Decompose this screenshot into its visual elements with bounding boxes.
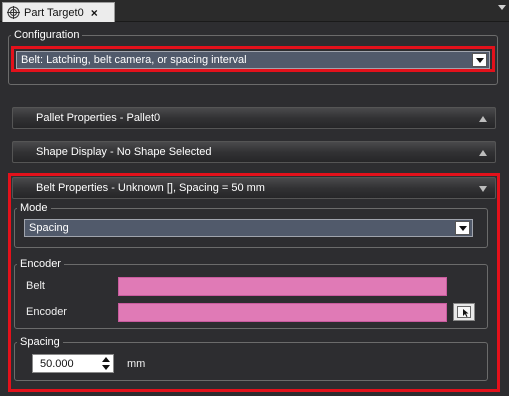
- shape-display-title: Shape Display - No Shape Selected: [36, 146, 212, 158]
- encoder-label: Encoder: [26, 306, 67, 318]
- tab-title: Part Target0: [24, 6, 84, 19]
- belt-reference-field[interactable]: [118, 277, 447, 296]
- configuration-combobox[interactable]: Belt: Latching, belt camera, or spacing …: [16, 51, 490, 69]
- encoder-browse-button[interactable]: [453, 303, 475, 321]
- pallet-properties-title: Pallet Properties - Pallet0: [36, 112, 161, 124]
- spacing-unit: mm: [127, 358, 146, 370]
- configuration-legend: Configuration: [14, 29, 80, 41]
- cursor-select-icon: [457, 306, 471, 318]
- spacing-legend: Spacing: [20, 336, 60, 348]
- encoder-legend: Encoder: [20, 258, 61, 270]
- mode-dropdown-button[interactable]: [455, 221, 470, 235]
- spin-up-icon[interactable]: [102, 357, 110, 362]
- belt-properties-section[interactable]: Belt Properties - Unknown [], Spacing = …: [12, 177, 496, 199]
- tab-overflow-chevron-down-icon[interactable]: [498, 5, 506, 10]
- close-icon[interactable]: ×: [91, 6, 98, 20]
- spin-arrows-icon[interactable]: [102, 357, 110, 370]
- expand-arrow-icon: [479, 150, 487, 156]
- expand-arrow-icon: [479, 116, 487, 122]
- collapse-arrow-icon: [479, 186, 487, 192]
- part-target-panel: Configuration Belt: Latching, belt camer…: [0, 22, 509, 396]
- pallet-properties-section[interactable]: Pallet Properties - Pallet0: [12, 107, 496, 129]
- mode-combobox[interactable]: Spacing: [24, 219, 473, 237]
- spin-down-icon[interactable]: [102, 365, 110, 370]
- chevron-down-icon: [458, 225, 467, 231]
- mode-selected-value: Spacing: [29, 222, 69, 234]
- configuration-selected-value: Belt: Latching, belt camera, or spacing …: [21, 54, 247, 66]
- belt-label: Belt: [26, 280, 45, 292]
- belt-properties-title: Belt Properties - Unknown [], Spacing = …: [36, 182, 265, 194]
- spacing-value: 50.000: [40, 357, 74, 370]
- shape-display-section[interactable]: Shape Display - No Shape Selected: [12, 141, 496, 163]
- target-icon: [7, 6, 20, 19]
- configuration-dropdown-button[interactable]: [472, 53, 487, 67]
- mode-legend: Mode: [20, 202, 48, 214]
- encoder-reference-field[interactable]: [118, 303, 447, 322]
- document-tab-bar: Part Target0 ×: [0, 0, 509, 22]
- spacing-stepper[interactable]: 50.000: [32, 354, 114, 373]
- chevron-down-icon: [475, 57, 484, 63]
- tab-part-target[interactable]: Part Target0 ×: [2, 2, 115, 22]
